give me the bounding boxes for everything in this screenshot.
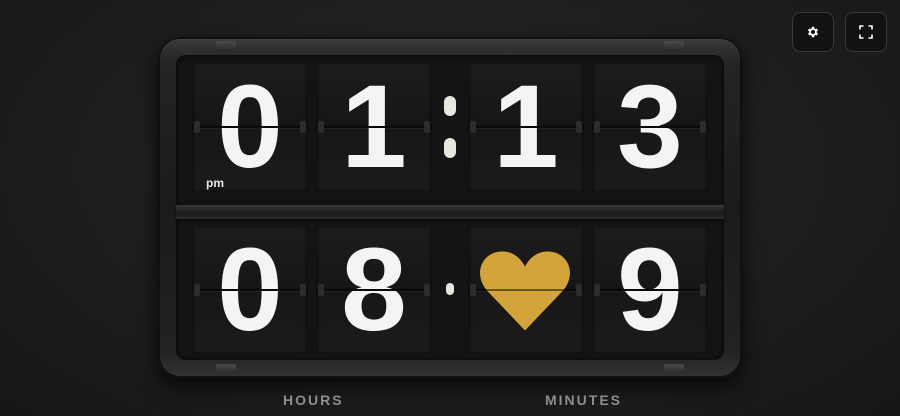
hours-label: HOURS [283, 392, 344, 408]
fullscreen-button[interactable] [845, 12, 887, 52]
colon-dot [444, 96, 456, 116]
month-ones-tile: 8 [316, 226, 432, 354]
fullscreen-icon [859, 25, 873, 39]
gear-icon [806, 25, 820, 39]
frame-clip [216, 364, 236, 374]
frame-clip [664, 364, 684, 374]
frame-clip [664, 41, 684, 51]
minute-tens-tile: 1 [468, 62, 584, 192]
middle-rail [176, 205, 724, 219]
month-tens-tile: 0 [192, 226, 308, 354]
colon-dot [444, 138, 456, 158]
frame-clip [216, 41, 236, 51]
minutes-label: MINUTES [545, 392, 622, 408]
date-separator-dot [446, 283, 454, 295]
heart-icon [478, 251, 572, 331]
hour-tens-tile: 0 [192, 62, 308, 192]
day-ones-tile: 9 [592, 226, 708, 354]
hour-ones-tile: 1 [316, 62, 432, 192]
period-indicator: pm [206, 176, 224, 190]
minute-ones-tile: 3 [592, 62, 708, 192]
settings-button[interactable] [792, 12, 834, 52]
